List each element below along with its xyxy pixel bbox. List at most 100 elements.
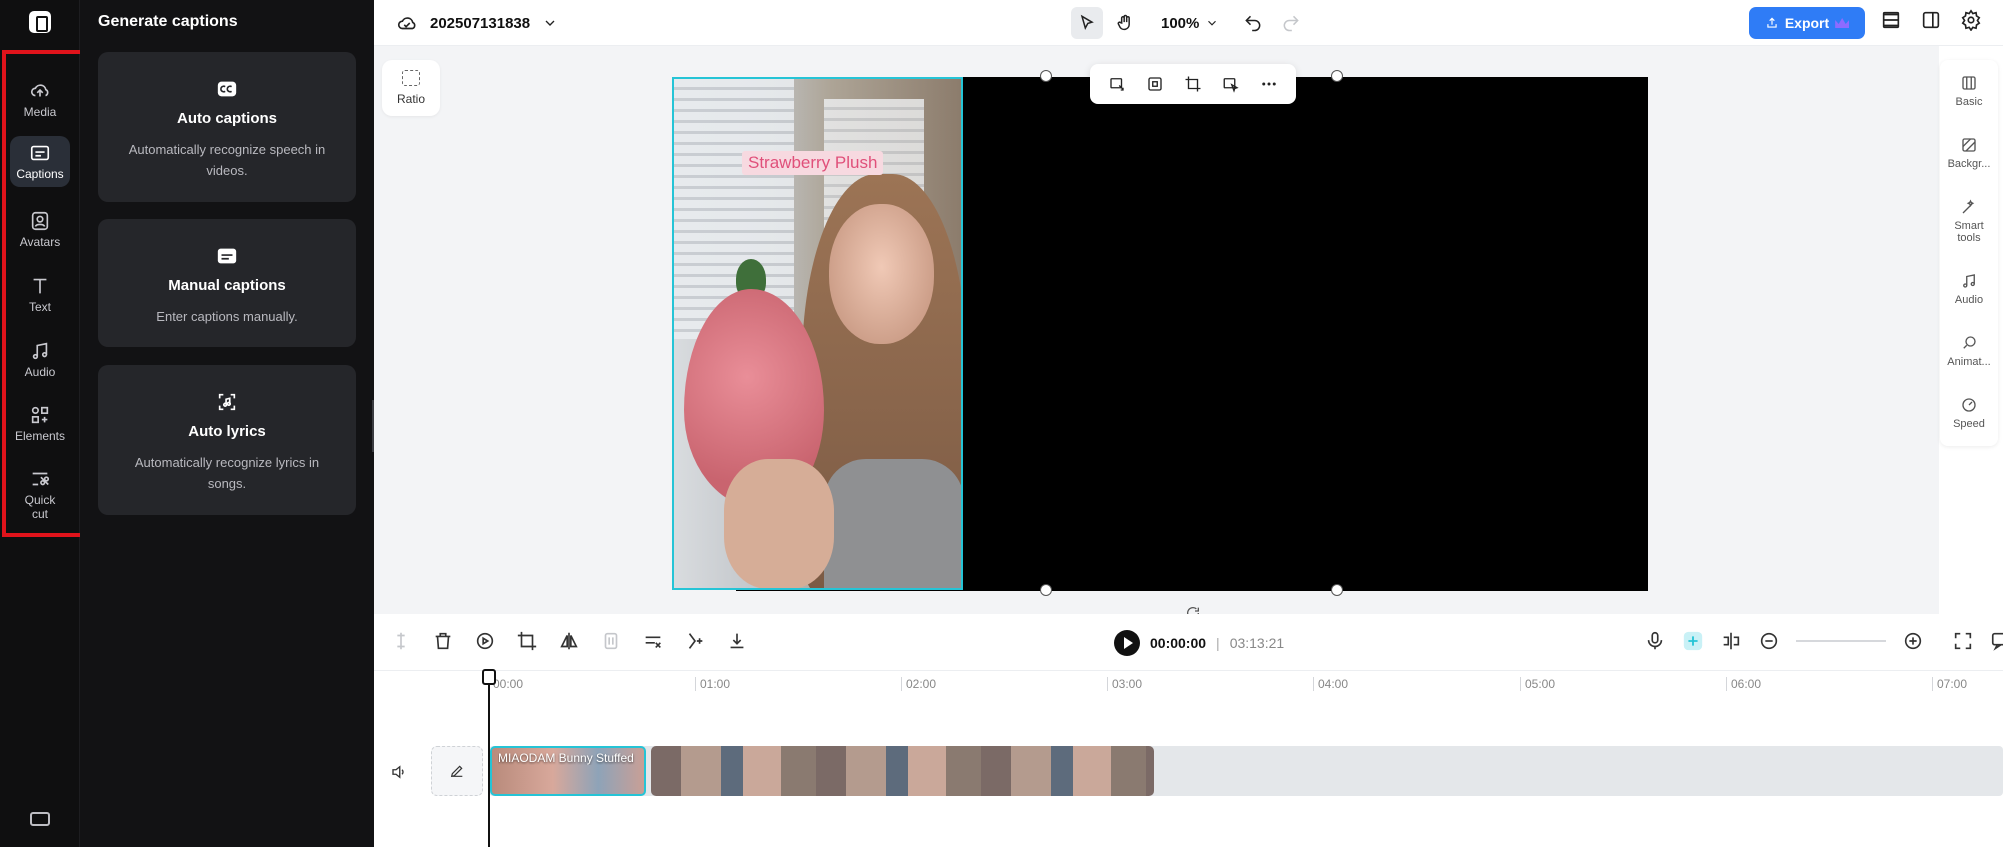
auto-captions-card[interactable]: Auto captions Automatically recognize sp…	[98, 52, 356, 202]
select-tool-button[interactable]	[1071, 7, 1103, 39]
hand-tool-button[interactable]	[1109, 7, 1141, 39]
cover-edit-button[interactable]	[431, 746, 483, 796]
rail-item-media[interactable]: Media	[10, 80, 70, 119]
split-icon[interactable]	[390, 630, 412, 652]
split-screen-icon[interactable]	[1720, 630, 1742, 652]
rail-item-avatars[interactable]: Avatars	[10, 210, 70, 249]
rail-label: Media	[23, 105, 57, 119]
redo-button[interactable]	[1275, 7, 1307, 39]
rail-item-audio[interactable]: Audio	[10, 340, 70, 379]
prop-label: Audio	[1954, 294, 1984, 306]
resize-handle[interactable]	[1331, 70, 1343, 82]
rail-item-text[interactable]: Text	[10, 275, 70, 314]
video-clip[interactable]	[651, 746, 1154, 796]
basic-icon	[1962, 76, 1976, 90]
prop-speed[interactable]: Speed	[1940, 396, 1998, 430]
auto-snap-icon[interactable]	[1682, 630, 1704, 652]
prop-label: Speed	[1953, 418, 1985, 430]
rail-item-captions[interactable]: Captions	[10, 136, 70, 187]
zoom-dropdown[interactable]: 100%	[1147, 15, 1231, 32]
ratio-button[interactable]: Ratio	[382, 60, 440, 116]
prop-label: Smart tools	[1954, 220, 1984, 244]
transition-icon[interactable]	[642, 630, 664, 652]
card-desc: Automatically recognize speech in videos…	[128, 142, 326, 178]
zoom-slider[interactable]	[1796, 640, 1886, 642]
resize-handle[interactable]	[1040, 70, 1052, 82]
resize-handle[interactable]	[1040, 584, 1052, 596]
layout-panel-icon[interactable]	[1920, 9, 1942, 31]
export-button[interactable]: Export	[1749, 7, 1865, 39]
ruler-tick: 02:00	[901, 677, 936, 691]
quick-cut-icon	[32, 472, 50, 486]
project-title[interactable]: 202507131838	[396, 12, 558, 34]
crop-icon[interactable]	[1184, 75, 1202, 93]
comment-icon[interactable]	[1990, 630, 2003, 652]
background-icon	[1962, 138, 1976, 152]
property-rail: Basic Backgr... Smart tools Audio Animat…	[1940, 60, 1998, 446]
ratio-label: Ratio	[396, 92, 425, 106]
replace-icon[interactable]	[1108, 75, 1126, 93]
cc-icon	[217, 81, 237, 97]
fit-screen-icon[interactable]	[1952, 630, 1974, 652]
rail-label: Text	[28, 300, 51, 314]
play-button[interactable]	[1114, 630, 1140, 656]
current-time: 00:00:00	[1150, 635, 1207, 651]
playhead-handle[interactable]	[482, 669, 496, 685]
edit-tools	[390, 630, 748, 652]
keyboard-icon[interactable]	[30, 812, 50, 826]
card-title: Auto captions	[177, 110, 277, 127]
rail-label: Elements	[14, 429, 66, 443]
cloud-upload-icon	[30, 84, 49, 97]
resize-handle[interactable]	[1331, 584, 1343, 596]
export-label: Export	[1784, 15, 1830, 31]
gear-icon[interactable]	[1960, 9, 1982, 31]
app-logo[interactable]	[29, 11, 51, 33]
prop-smart-tools[interactable]: Smart tools	[1940, 198, 1998, 244]
extract-icon[interactable]	[684, 630, 706, 652]
prop-basic[interactable]: Basic	[1940, 74, 1998, 108]
speaker-icon[interactable]	[390, 763, 408, 781]
prop-animation[interactable]: Animat...	[1940, 334, 1998, 368]
rail-item-quick-cut[interactable]: Quick cut	[10, 468, 70, 521]
canvas-tools: 100%	[1071, 7, 1307, 39]
ratio-icon	[402, 70, 420, 86]
replay-icon[interactable]	[474, 630, 496, 652]
time-ruler[interactable]: 00:00 01:00 02:00 03:00 04:00 05:00 06:0…	[374, 671, 2003, 701]
ruler-tick: 05:00	[1520, 677, 1555, 691]
more-icon[interactable]	[1260, 75, 1278, 93]
prop-label: Animat...	[1947, 356, 1991, 368]
project-name: 202507131838	[430, 14, 531, 32]
video-preview[interactable]: Strawberry Plush	[672, 77, 963, 590]
prop-audio[interactable]: Audio	[1940, 272, 1998, 306]
download-icon[interactable]	[726, 630, 748, 652]
card-desc: Automatically recognize lyrics in songs.	[134, 455, 320, 491]
pointer-icon	[1080, 14, 1094, 30]
floating-toolbar	[1090, 64, 1296, 104]
video-caption: Strawberry Plush	[742, 151, 884, 175]
crop-icon[interactable]	[516, 630, 538, 652]
microphone-icon[interactable]	[1644, 630, 1666, 652]
zoom-out-icon[interactable]	[1758, 630, 1780, 652]
video-clip-selected[interactable]: MIAODAM Bunny Stuffed	[490, 746, 646, 796]
background-remove-icon[interactable]	[1222, 75, 1240, 93]
prop-label: Backgr...	[1947, 158, 1991, 170]
trash-icon[interactable]	[432, 630, 454, 652]
auto-lyrics-card[interactable]: Auto lyrics Automatically recognize lyri…	[98, 365, 356, 515]
manual-captions-card[interactable]: Manual captions Enter captions manually.	[98, 219, 356, 347]
music-note-icon	[32, 342, 48, 360]
total-time: 03:13:21	[1229, 635, 1285, 651]
animation-icon	[1963, 336, 1976, 349]
ruler-tick: 03:00	[1107, 677, 1142, 691]
layers-icon[interactable]	[1880, 9, 1902, 31]
undo-button[interactable]	[1237, 7, 1269, 39]
playhead[interactable]	[488, 671, 490, 847]
export-icon	[1767, 17, 1777, 28]
person-face	[829, 204, 934, 344]
prop-background[interactable]: Backgr...	[1940, 136, 1998, 170]
flip-icon[interactable]	[558, 630, 580, 652]
zoom-value: 100%	[1161, 14, 1200, 32]
frame-icon[interactable]	[1146, 75, 1164, 93]
zoom-in-icon[interactable]	[1902, 630, 1924, 652]
rail-item-elements[interactable]: Elements	[10, 404, 70, 443]
freeze-icon[interactable]	[600, 630, 622, 652]
